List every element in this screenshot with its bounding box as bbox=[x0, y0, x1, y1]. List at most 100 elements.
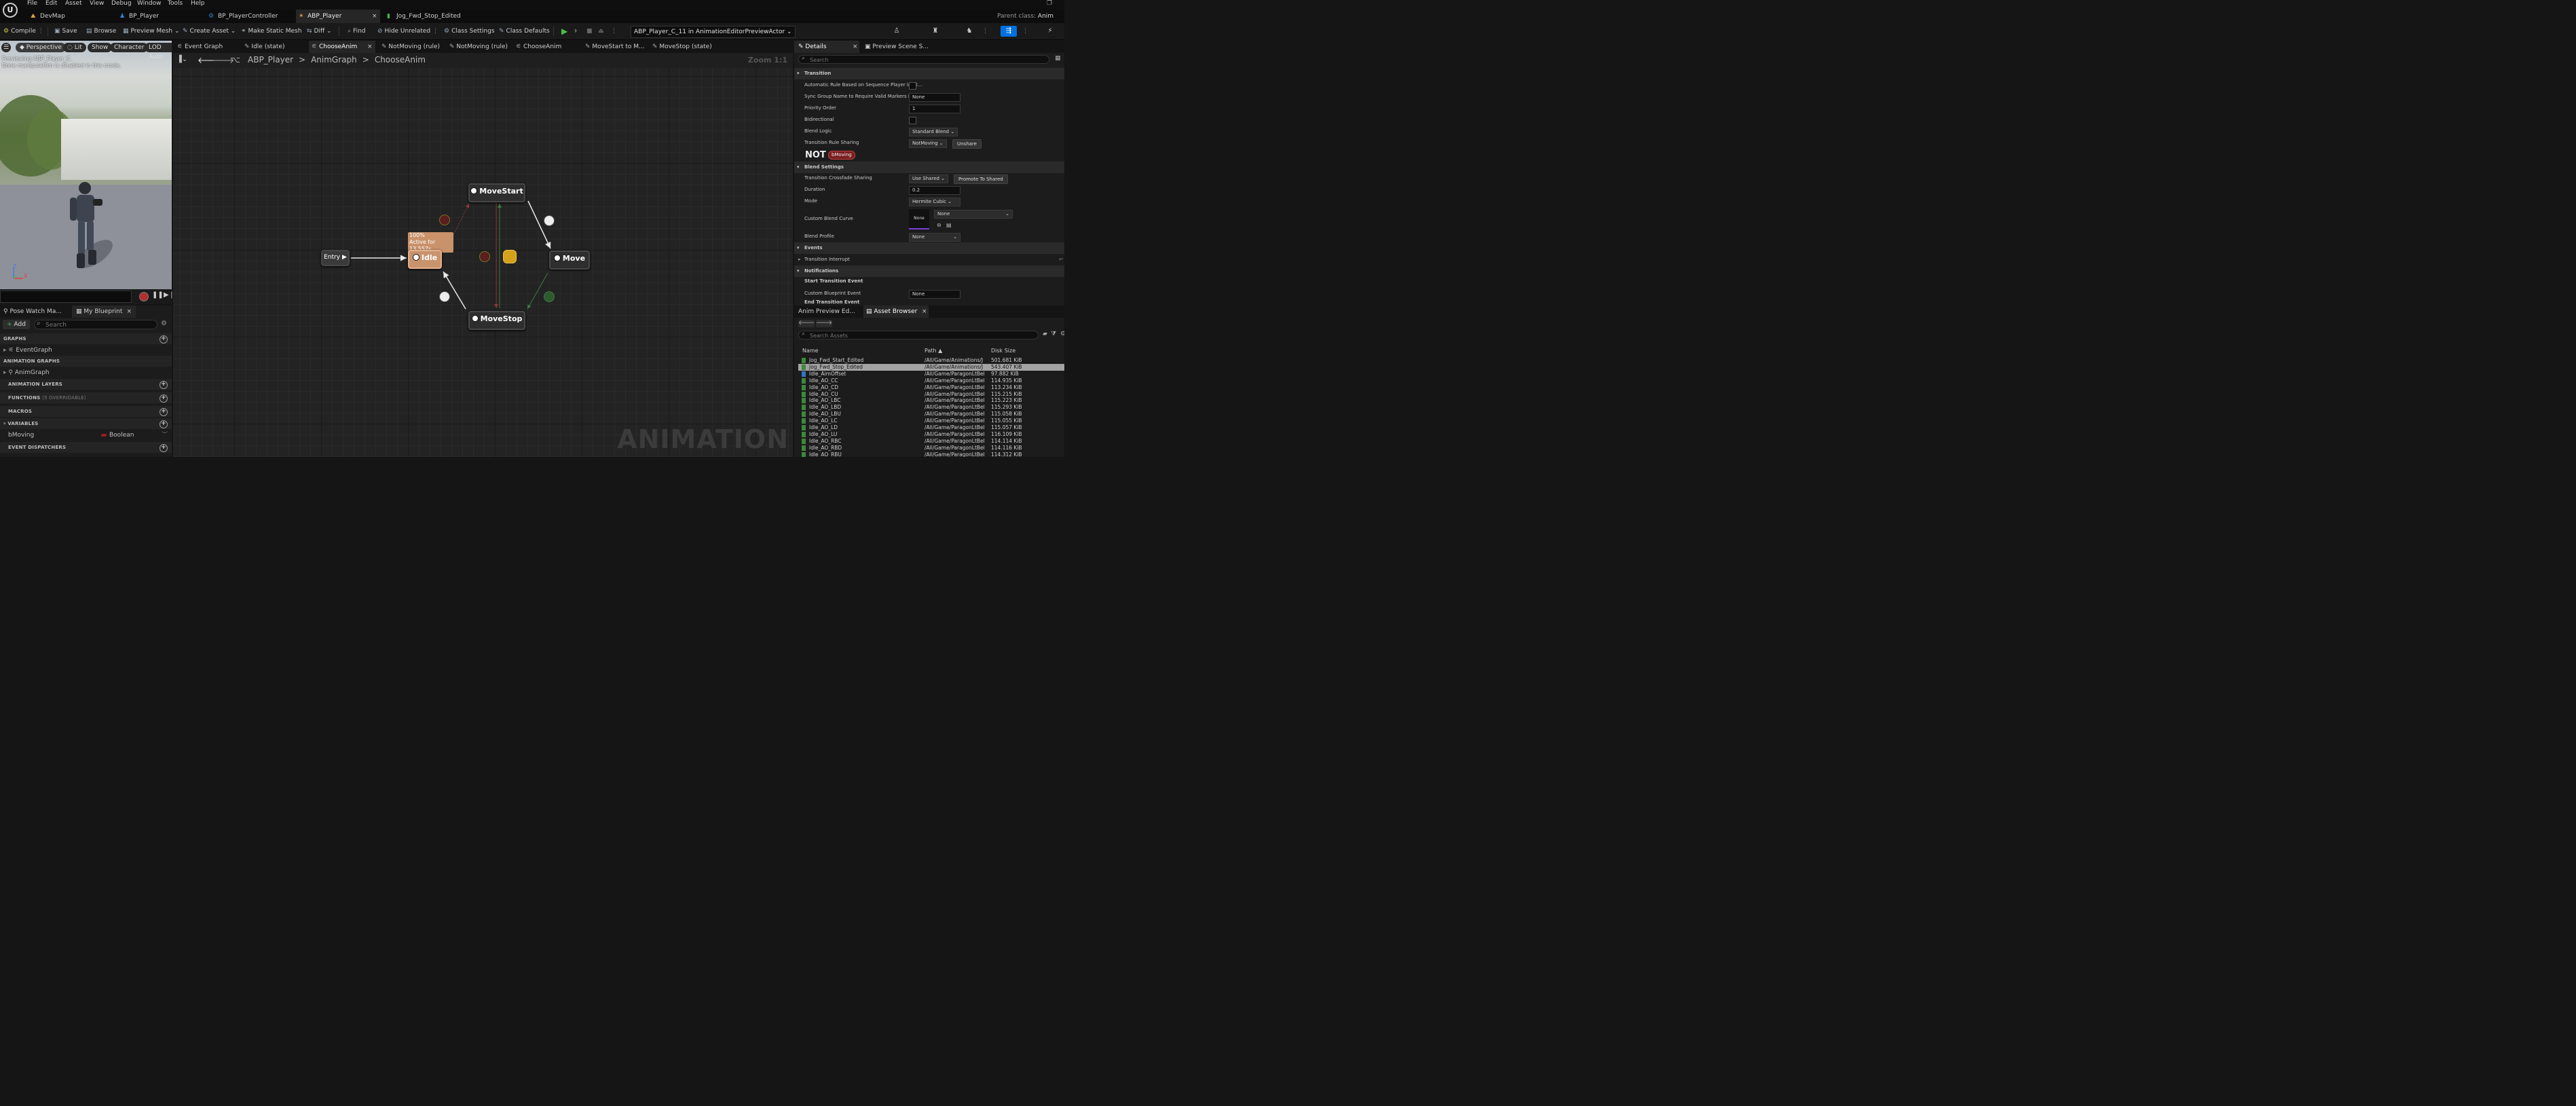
reset-icon[interactable]: ↩ bbox=[1059, 254, 1063, 265]
mode-options[interactable]: ⋮ bbox=[982, 23, 988, 39]
auto-rule-checkbox[interactable] bbox=[909, 82, 916, 90]
make-static-mesh-button[interactable]: ⚭ Make Static Mesh bbox=[241, 23, 301, 39]
crossfade-dropdown[interactable]: Use Shared ⌄ bbox=[909, 174, 949, 183]
menu-file[interactable]: File bbox=[27, 0, 37, 7]
table-row[interactable]: Idle_AO_LBC/All/Game/ParagonLtBel 115.223… bbox=[798, 397, 1064, 404]
close-icon[interactable]: × bbox=[126, 306, 132, 318]
step-button[interactable]: ⏵ bbox=[574, 23, 578, 39]
compile-button[interactable]: ⚙ Compile ⋮ bbox=[3, 23, 44, 39]
menu-help[interactable]: Help bbox=[191, 0, 205, 7]
preview-viewport[interactable]: ☰ ◆ Perspective ◌ Lit Show Character LOD… bbox=[0, 41, 172, 289]
category-graphs[interactable]: GRAPHS + bbox=[0, 333, 172, 344]
lod-button[interactable]: LOD Auto bbox=[145, 43, 172, 60]
tab-bp-playercontroller[interactable]: ⚙ BP_PlayerController bbox=[208, 10, 299, 23]
state-node-movestop[interactable]: MoveStop bbox=[468, 311, 525, 330]
table-row[interactable]: Idle_AO_LU/All/Game/ParagonLtBel 116.109 … bbox=[798, 431, 1064, 438]
tab-details[interactable]: ✎ Details × bbox=[794, 41, 859, 53]
graph-tab-chooseanim-2[interactable]: ⚟ ChooseAnim bbox=[516, 41, 561, 53]
mode-dropdown[interactable]: Hermite Cubic ⌄ bbox=[909, 198, 960, 206]
table-row[interactable]: Idle_AO_RBU/All/Game/ParagonLtBel 114.312… bbox=[798, 451, 1064, 457]
hide-unrelated-button[interactable]: ⊘ Hide Unrelated ⋮ bbox=[377, 23, 438, 39]
graph-tab-notmoving-rule[interactable]: ✎ NotMoving (rule) bbox=[381, 41, 440, 53]
breadcrumb-root[interactable]: ABP_Player bbox=[248, 55, 293, 64]
state-node-movestart[interactable]: MoveStart bbox=[468, 183, 525, 202]
column-header-name[interactable]: Name bbox=[802, 347, 819, 354]
blueprint-mode-button[interactable]: ⇶ bbox=[1001, 26, 1017, 37]
tab-devmap[interactable]: ⛰ DevMap bbox=[31, 10, 122, 23]
table-row[interactable]: Idle_AO_LC/All/Game/ParagonLtBel 115.055 … bbox=[798, 418, 1064, 424]
graph-tab-chooseanim[interactable]: ⚟ ChooseAnim × bbox=[309, 41, 375, 53]
transition-rule-icon[interactable] bbox=[544, 215, 555, 226]
class-defaults-button[interactable]: ✎ Class Defaults bbox=[499, 23, 550, 39]
close-icon[interactable]: × bbox=[853, 41, 858, 53]
show-button[interactable]: Show bbox=[88, 43, 113, 52]
category-blend-settings[interactable]: ▾ Blend Settings bbox=[794, 162, 1064, 173]
column-header-path[interactable]: Path ▲ bbox=[925, 347, 942, 354]
state-node-move[interactable]: Move bbox=[549, 251, 590, 270]
mesh-mode-button[interactable]: ♜ bbox=[927, 26, 944, 37]
priority-field[interactable]: 1 bbox=[909, 105, 960, 113]
graph-tab-notmoving-rule-2[interactable]: ✎ NotMoving (rule) bbox=[449, 41, 508, 53]
add-graph-icon[interactable]: + bbox=[160, 335, 168, 344]
add-macro-icon[interactable]: + bbox=[160, 408, 168, 416]
tree-item-animgraph[interactable]: ▸ ⚲ AnimGraph bbox=[0, 367, 172, 378]
column-header-disk-size[interactable]: Disk Size bbox=[991, 347, 1015, 354]
blend-logic-dropdown[interactable]: Standard Blend ⌄ bbox=[909, 128, 958, 136]
tab-preview-scene[interactable]: ▣ Preview Scene S... bbox=[865, 41, 929, 53]
table-row[interactable]: Idle_AO_CU/All/Game/ParagonLtBel 115.215 … bbox=[798, 391, 1064, 398]
details-search-input[interactable]: Search bbox=[798, 55, 1049, 64]
preview-mesh-button[interactable]: ▦ Preview Mesh ⌄ bbox=[123, 23, 180, 39]
forward-arrow-icon[interactable]: 🡒 bbox=[816, 320, 832, 327]
selected-transition-rule-icon[interactable] bbox=[503, 250, 517, 263]
unreal-logo-icon[interactable]: U bbox=[3, 3, 18, 18]
graph-tab-event-graph[interactable]: ⚟ Event Graph bbox=[177, 41, 223, 53]
record-icon[interactable] bbox=[139, 292, 149, 301]
transition-rule-icon[interactable] bbox=[439, 215, 450, 225]
transition-rule-icon[interactable] bbox=[479, 251, 490, 262]
chevron-down-icon[interactable]: ︶ bbox=[162, 430, 168, 441]
add-variable-icon[interactable]: + bbox=[160, 420, 168, 428]
menu-view[interactable]: View bbox=[90, 0, 104, 7]
category-event-dispatchers[interactable]: EVENT DISPATCHERS + bbox=[0, 442, 172, 453]
add-button[interactable]: + Add bbox=[3, 320, 30, 329]
settings-icon[interactable]: ⚙ bbox=[1060, 331, 1064, 337]
category-transition[interactable]: ▾ Transition bbox=[794, 68, 1064, 79]
hierarchy-icon[interactable]: ⌥ bbox=[231, 55, 240, 64]
bidirectional-checkbox[interactable] bbox=[909, 117, 916, 124]
save-button[interactable]: ▣ Save bbox=[54, 23, 77, 39]
perspective-button[interactable]: ◆ Perspective bbox=[16, 43, 66, 52]
transition-rule-icon[interactable] bbox=[544, 291, 555, 302]
add-function-icon[interactable]: + bbox=[160, 394, 168, 403]
bookmark-icon[interactable]: ▐⌄ bbox=[176, 56, 187, 63]
variable-type[interactable]: Boolean bbox=[109, 430, 134, 441]
gear-icon[interactable]: ⚙ bbox=[161, 320, 167, 327]
eject-button[interactable]: ⏏ bbox=[598, 23, 604, 39]
graph-tab-movestart-to-m[interactable]: ✎ MoveStart to M... bbox=[585, 41, 645, 53]
play-options-button[interactable]: ⋮ bbox=[611, 23, 617, 39]
tab-pose-watch[interactable]: ⚲ Pose Watch Ma... bbox=[0, 306, 72, 318]
browse-asset-icon[interactable]: ▤ bbox=[946, 219, 952, 231]
browse-button[interactable]: ▤ Browse bbox=[86, 23, 116, 39]
tab-asset-browser[interactable]: ▤ Asset Browser × bbox=[863, 306, 929, 318]
filter-icon[interactable]: ⧩ bbox=[1051, 331, 1056, 337]
entry-node[interactable]: Entry ▶ bbox=[321, 250, 350, 266]
curve-thumbnail[interactable]: None bbox=[909, 209, 929, 229]
menu-edit[interactable]: Edit bbox=[45, 0, 57, 7]
table-row[interactable]: Jog_Fwd_Start_Edited/All/Game/Animations… bbox=[798, 357, 1064, 364]
table-row[interactable]: Jog_Fwd_Stop_Edited/All/Game/Animations/… bbox=[798, 363, 1064, 371]
breadcrumb-animgraph[interactable]: AnimGraph bbox=[311, 55, 357, 64]
rule-sharing-dropdown[interactable]: NotMoving ⌄ bbox=[909, 139, 947, 148]
graph-tab-movestop-state[interactable]: ✎ MoveStop (state) bbox=[652, 41, 712, 53]
unshare-button[interactable]: Unshare bbox=[952, 139, 982, 149]
curve-asset-dropdown[interactable]: None ⌄ bbox=[934, 210, 1013, 219]
animation-mode-button[interactable]: ♞ bbox=[961, 26, 977, 37]
state-machine-graph[interactable]: Entry ▶ 100% Active for 13.557s Idle Mov… bbox=[173, 68, 793, 457]
close-icon[interactable]: × bbox=[367, 41, 373, 53]
tab-abp-player[interactable]: ✶ ABP_Player × bbox=[296, 10, 380, 23]
category-variables[interactable]: ▾ VARIABLES + bbox=[0, 418, 172, 429]
close-icon[interactable]: × bbox=[372, 10, 377, 23]
menu-debug[interactable]: Debug bbox=[111, 0, 132, 7]
menu-window[interactable]: Window bbox=[137, 0, 162, 7]
category-functions[interactable]: FUNCTIONS (5 OVERRIDABLE) + bbox=[0, 392, 172, 403]
category-animation-graphs[interactable]: ANIMATION GRAPHS bbox=[0, 356, 172, 367]
